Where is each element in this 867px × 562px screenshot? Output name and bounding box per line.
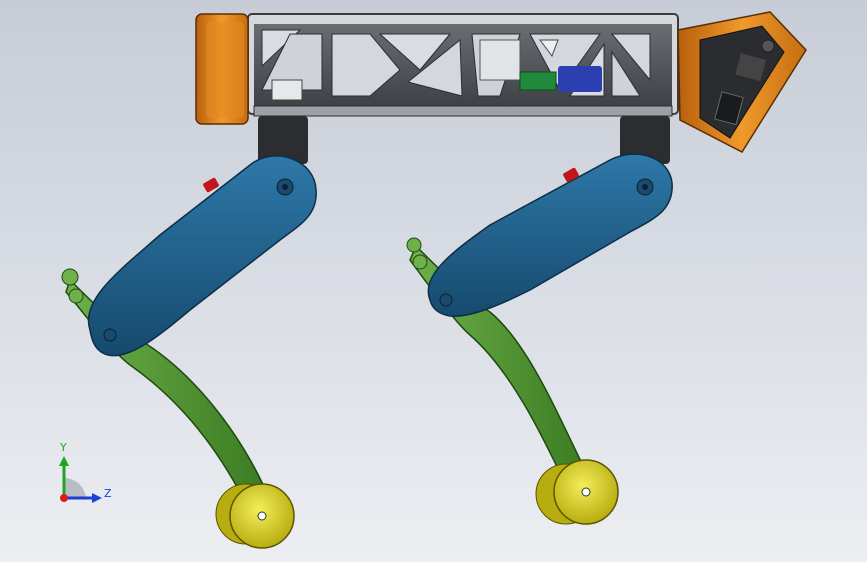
motor-driver	[271, 79, 303, 101]
pcb-terminal	[519, 71, 557, 91]
body-frame[interactable]	[247, 13, 679, 117]
battery-pack	[558, 66, 602, 92]
z-axis-label: Z	[104, 487, 112, 500]
x-axis-point	[60, 494, 68, 502]
connector-port	[761, 39, 775, 53]
front-knee-link	[61, 268, 79, 286]
robot-dog-assembly[interactable]	[0, 0, 867, 562]
rear-leg[interactable]	[406, 153, 673, 525]
y-axis-label: Y	[60, 441, 67, 454]
rear-knee-link	[406, 237, 422, 253]
controller-board	[479, 39, 521, 81]
triad-plane-icon	[64, 477, 86, 498]
orientation-triad[interactable]: Y Z	[50, 440, 120, 510]
rear-knee-joint	[439, 293, 453, 307]
rear-upper-leg[interactable]	[427, 153, 673, 317]
cad-viewport[interactable]: Y Z	[0, 0, 867, 562]
front-bracket[interactable]	[195, 13, 249, 125]
rear-bracket[interactable]	[677, 11, 807, 153]
front-knee-joint	[103, 328, 117, 342]
